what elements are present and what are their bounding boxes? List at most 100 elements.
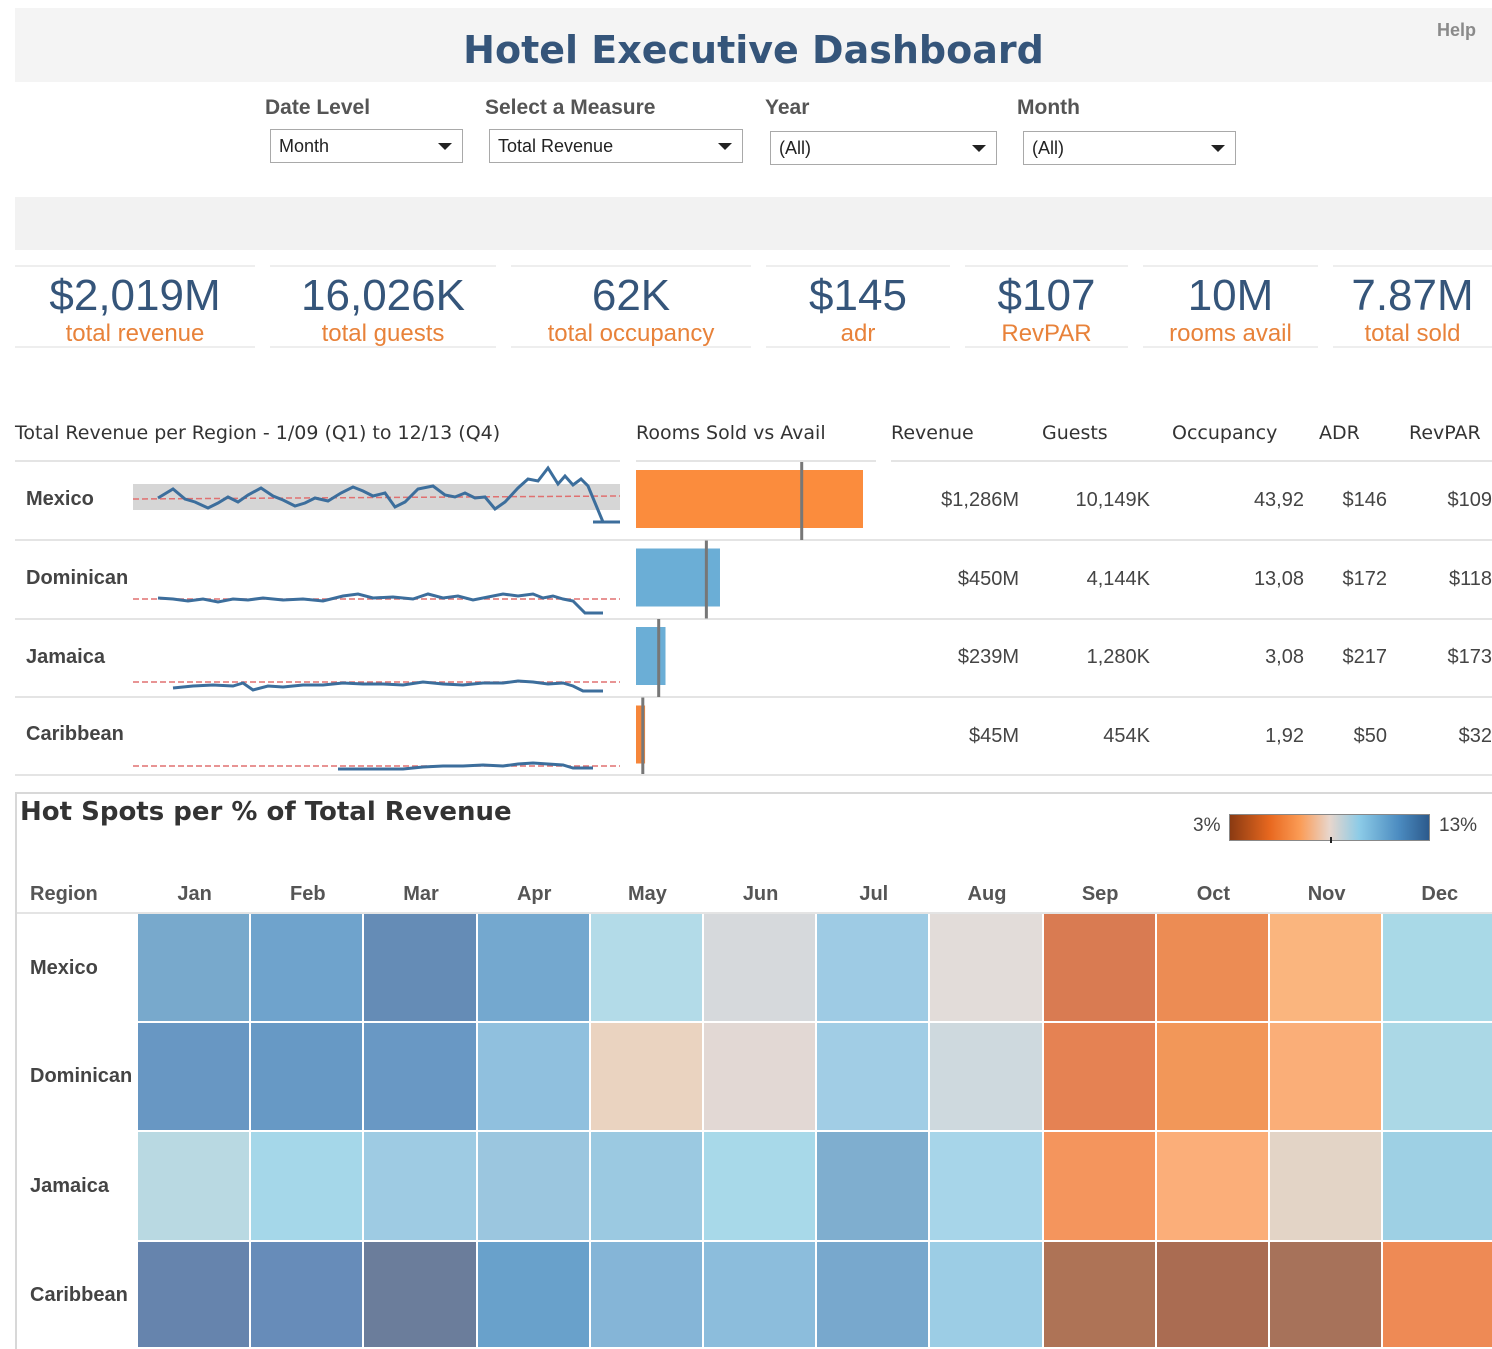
guests-jamaica: 1,280K <box>1086 646 1150 668</box>
heatmap-month-nov: Nov <box>1307 883 1346 905</box>
occupancy-mexico: 43,92 <box>1253 489 1304 511</box>
date-level-dropdown[interactable]: Month <box>270 129 463 163</box>
heatmap-cell-jamaica-aug[interactable] <box>930 1132 1044 1242</box>
heatmap-cell-mexico-dec[interactable] <box>1383 914 1492 1024</box>
heatmap-region-mexico: Mexico <box>30 957 98 979</box>
heatmap-month-jul: Jul <box>859 883 889 905</box>
page-title: Hotel Executive Dashboard <box>463 28 1044 72</box>
heatmap-cell-caribbean-jul[interactable] <box>817 1241 931 1349</box>
heatmap-cell-dominican-oct[interactable] <box>1156 1023 1270 1133</box>
heatmap-cell-caribbean-jan[interactable] <box>138 1241 252 1349</box>
dropdown-value: Total Revenue <box>498 136 614 156</box>
title-bar: Hotel Executive Dashboard Help <box>15 8 1492 82</box>
heatmap-cell-mexico-apr[interactable] <box>477 914 591 1024</box>
year-dropdown[interactable]: (All) <box>770 131 997 165</box>
heatmap-cell-mexico-may[interactable] <box>590 914 704 1024</box>
adr-caribbean: $50 <box>1353 725 1387 747</box>
measure-dropdown[interactable]: Total Revenue <box>489 129 743 163</box>
kpi-total-occupancy: 62K total occupancy <box>511 265 751 348</box>
heatmap-cell-jamaica-jan[interactable] <box>138 1132 252 1242</box>
heatmap-cell-caribbean-mar[interactable] <box>364 1241 478 1349</box>
chevron-down-icon <box>972 145 986 152</box>
heatmap-cell-mexico-aug[interactable] <box>930 914 1044 1024</box>
region-label-mexico: Mexico <box>26 488 94 510</box>
heatmap-cell-jamaica-mar[interactable] <box>364 1132 478 1242</box>
heatmap-month-sep: Sep <box>1081 883 1119 905</box>
heatmap-cell-mexico-jan[interactable] <box>138 914 252 1024</box>
kpi-adr: $145 adr <box>766 265 950 348</box>
heatmap-cell-caribbean-sep[interactable] <box>1043 1241 1157 1349</box>
heatmap-cell-dominican-jul[interactable] <box>817 1023 931 1133</box>
kpi-revpar: $107 RevPAR <box>965 265 1128 348</box>
occupancy-dominican: 13,08 <box>1253 568 1304 590</box>
heatmap-month-mar: Mar <box>403 883 439 905</box>
heatmap-cell-caribbean-nov[interactable] <box>1270 1241 1384 1349</box>
guests-mexico: 10,149K <box>1075 489 1150 511</box>
kpi-value: $145 <box>809 271 907 320</box>
chevron-down-icon <box>718 143 732 150</box>
heatmap-cell-caribbean-jun[interactable] <box>704 1241 818 1349</box>
heatmap-cell-dominican-aug[interactable] <box>930 1023 1044 1133</box>
kpi-value: $2,019M <box>49 271 221 320</box>
revenue-caribbean: $45M <box>968 725 1019 747</box>
heatmap-cell-caribbean-apr[interactable] <box>477 1241 591 1349</box>
heatmap-region-caribbean: Caribbean <box>30 1284 128 1306</box>
heatmap-cell-mexico-nov[interactable] <box>1270 914 1384 1024</box>
heatmap-cell-dominican-may[interactable] <box>590 1023 704 1133</box>
heatmap-cell-dominican-nov[interactable] <box>1270 1023 1384 1133</box>
heatmap-cell-mexico-jul[interactable] <box>817 914 931 1024</box>
heatmap-cell-dominican-feb[interactable] <box>251 1023 365 1133</box>
heatmap-cell-dominican-sep[interactable] <box>1043 1023 1157 1133</box>
revpar-header: RevPAR <box>1409 422 1481 444</box>
color-legend-bar <box>1229 814 1430 843</box>
rooms-sold-vs-avail-chart <box>636 462 863 774</box>
heatmap-cell-dominican-dec[interactable] <box>1383 1023 1492 1133</box>
heatmap-cell-caribbean-oct[interactable] <box>1156 1241 1270 1349</box>
help-link[interactable]: Help <box>1437 20 1476 41</box>
heatmap-cell-jamaica-nov[interactable] <box>1270 1132 1384 1242</box>
heatmap-cell-jamaica-may[interactable] <box>590 1132 704 1242</box>
heatmap-cell-mexico-feb[interactable] <box>251 914 365 1024</box>
heatmap-cell-jamaica-apr[interactable] <box>477 1132 591 1242</box>
heatmap-cell-caribbean-aug[interactable] <box>930 1241 1044 1349</box>
adr-jamaica: $217 <box>1342 646 1388 668</box>
kpi-rooms-avail: 10M rooms avail <box>1143 265 1318 348</box>
occupancy-jamaica: 3,08 <box>1265 646 1304 668</box>
revpar-caribbean: $32 <box>1458 725 1492 747</box>
rooms-header: Rooms Sold vs Avail <box>636 422 826 444</box>
occupancy-caribbean: 1,92 <box>1265 725 1304 747</box>
heatmap-cell-jamaica-sep[interactable] <box>1043 1132 1157 1242</box>
trend-header: Total Revenue per Region - 1/09 (Q1) to … <box>15 422 501 444</box>
heatmap-month-oct: Oct <box>1196 883 1231 905</box>
guests-dominican: 4,144K <box>1086 568 1150 590</box>
heatmap-region-jamaica: Jamaica <box>30 1175 109 1197</box>
revenue-jamaica: $239M <box>957 646 1019 668</box>
heatmap-cell-jamaica-dec[interactable] <box>1383 1132 1492 1242</box>
month-dropdown[interactable]: (All) <box>1023 131 1236 165</box>
filter-label: Date Level <box>265 96 371 119</box>
kpi-label: total occupancy <box>547 320 715 347</box>
adr-mexico: $146 <box>1342 489 1388 511</box>
heatmap-cell-jamaica-oct[interactable] <box>1156 1132 1270 1242</box>
heatmap-cell-dominican-jan[interactable] <box>138 1023 252 1133</box>
heatmap-cell-caribbean-dec[interactable] <box>1383 1241 1492 1349</box>
heatmap-cell-mexico-sep[interactable] <box>1043 914 1157 1024</box>
adr-dominican: $172 <box>1342 568 1388 590</box>
heatmap-cell-mexico-mar[interactable] <box>364 914 478 1024</box>
kpi-label: RevPAR <box>1001 320 1092 347</box>
heatmap-month-may: May <box>627 883 667 905</box>
region-label-jamaica: Jamaica <box>26 646 105 668</box>
heatmap-cell-dominican-apr[interactable] <box>477 1023 591 1133</box>
kpi-value: 7.87M <box>1351 271 1474 320</box>
heatmap-cell-jamaica-jun[interactable] <box>704 1132 818 1242</box>
heatmap-cell-dominican-jun[interactable] <box>704 1023 818 1133</box>
heatmap-cell-dominican-mar[interactable] <box>364 1023 478 1133</box>
heatmap-cell-jamaica-feb[interactable] <box>251 1132 365 1242</box>
revenue-dominican: $450M <box>957 568 1019 590</box>
heatmap-cell-mexico-jun[interactable] <box>704 914 818 1024</box>
heatmap-cell-caribbean-feb[interactable] <box>251 1241 365 1349</box>
heatmap-cell-mexico-oct[interactable] <box>1156 914 1270 1024</box>
heatmap-cell-caribbean-may[interactable] <box>590 1241 704 1349</box>
revpar-mexico: $109 <box>1447 489 1492 511</box>
heatmap-cell-jamaica-jul[interactable] <box>817 1132 931 1242</box>
